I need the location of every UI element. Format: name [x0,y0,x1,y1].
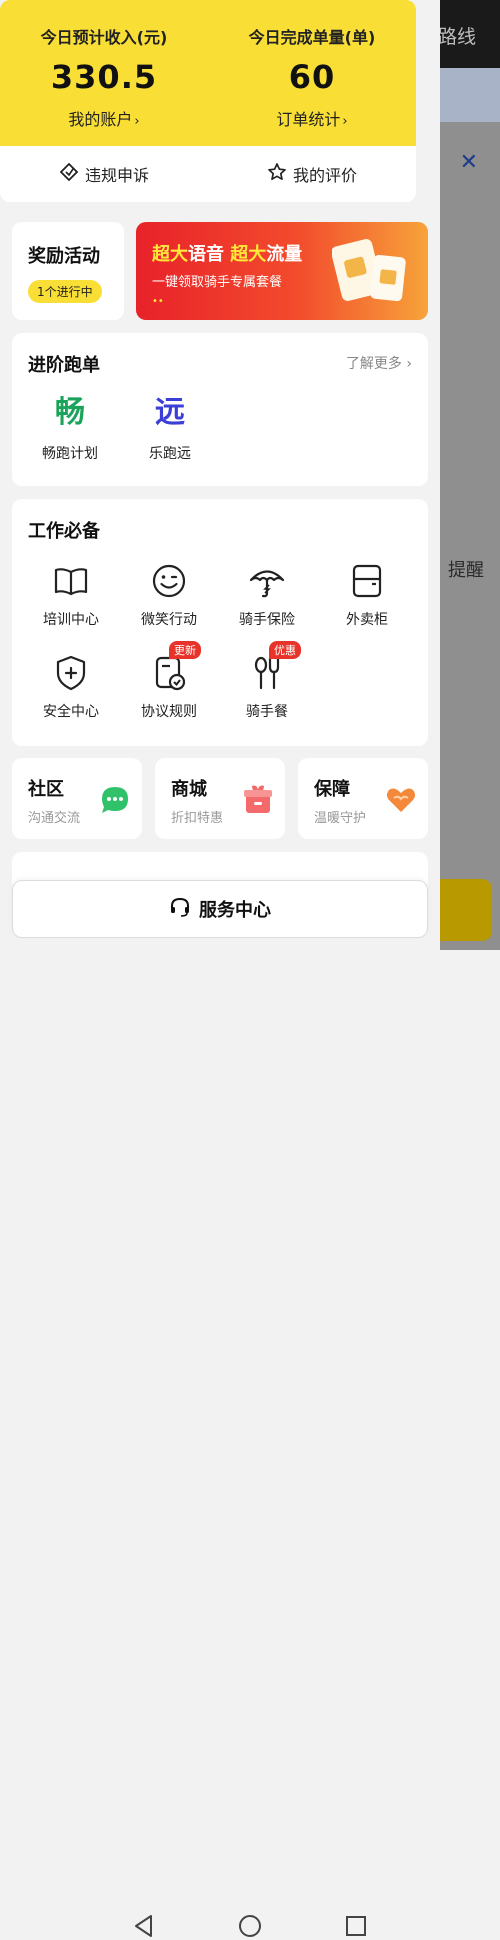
update-tag: 更新 [169,641,201,659]
safety-center-label: 安全中心 [43,704,99,720]
service-center-button[interactable]: 服务中心 [12,880,428,938]
smooth-run-plan-item[interactable]: 畅 畅跑计划 [30,391,110,463]
sim-card-icon [332,239,406,302]
order-statistics-link[interactable]: 订单统计 › [208,106,416,130]
training-center-label: 培训中心 [43,612,99,628]
advanced-running-title: 进阶跑单 [28,355,100,376]
smooth-run-label: 畅跑计划 [42,446,98,462]
promo-title-part-1: 语音 [188,244,231,265]
income-actions: 违规申诉 我的评价 [0,146,416,202]
community-subtitle: 沟通交流 [28,811,81,826]
agreement-rules-item[interactable]: 更新 协议规则 [120,641,218,721]
recent-square-icon[interactable] [342,1912,370,1940]
work-essentials-card: 工作必备 培训中心 微笑行动 骑手保险 外卖柜 安全中心 更新 协议规则 优惠 … [12,499,428,746]
document-check-icon: 更新 [149,641,201,693]
home-circle-icon[interactable] [236,1912,264,1940]
system-nav-bar [0,950,500,1937]
community-card[interactable]: 社区 沟通交流 [12,758,142,839]
headset-icon [169,896,191,923]
utensils-icon: 优惠 [247,641,301,693]
today-orders-stat: 今日完成单量(单) 60 订单统计 › [208,0,416,130]
discount-tag: 优惠 [269,641,301,659]
safety-center-item[interactable]: 安全中心 [22,653,120,721]
my-account-link[interactable]: 我的账户 › [0,106,208,130]
protection-title: 保障 [314,779,350,800]
agreement-rules-label: 协议规则 [141,704,197,720]
promo-banner[interactable]: 超大语音 超大流量 一键领取骑手专属套餐 •• [136,222,428,320]
training-center-item[interactable]: 培训中心 [22,561,120,629]
smile-action-item[interactable]: 微笑行动 [120,561,218,629]
promo-pager-dots: •• [152,296,164,307]
today-income-label: 今日预计收入(元) [40,28,168,47]
violation-appeal-button[interactable]: 违规申诉 [0,146,208,202]
background-topbar-text: 路线 [437,26,476,48]
today-income-stat: 今日预计收入(元) 330.5 我的账户 › [0,0,208,130]
shield-icon [51,653,91,693]
promo-title: 超大语音 超大流量 [152,240,302,266]
promo-title-highlight-2: 超大 [230,244,267,265]
mall-title: 商城 [171,779,207,800]
today-orders-label: 今日完成单量(单) [248,28,376,47]
gift-box-icon [244,785,272,813]
today-orders-value: 60 [288,58,336,96]
service-center-label: 服务中心 [199,900,271,921]
run-far-icon: 远 [155,395,185,430]
star-outline-icon [267,162,287,186]
learn-more-label: 了解更多 [345,356,402,372]
protection-subtitle: 温暖守护 [314,811,367,826]
run-far-label: 乐跑远 [149,446,191,462]
my-reviews-label: 我的评价 [292,166,357,185]
community-title: 社区 [28,779,64,800]
rider-meal-item[interactable]: 优惠 骑手餐 [218,641,316,721]
smile-action-label: 微笑行动 [141,612,197,628]
smooth-run-icon: 畅 [55,395,85,430]
heart-hands-icon [387,788,415,812]
work-essentials-title: 工作必备 [28,521,100,542]
promo-title-part-2: 流量 [266,244,303,265]
rider-insurance-item[interactable]: 骑手保险 [218,561,316,629]
promo-subtitle: 一键领取骑手专属套餐 [152,275,283,290]
food-locker-item[interactable]: 外卖柜 [318,561,416,629]
close-icon[interactable]: ✕ [460,150,478,175]
reward-activities-card[interactable]: 奖励活动 1个进行中 [12,222,124,320]
today-income-value: 330.5 [50,58,158,96]
back-triangle-icon[interactable] [130,1912,158,1940]
chevron-right-icon: › [134,114,140,129]
my-account-label: 我的账户 [68,110,133,129]
violation-appeal-label: 违规申诉 [84,166,149,185]
book-icon [51,561,91,601]
chevron-right-icon: › [406,356,412,372]
food-locker-label: 外卖柜 [346,612,388,628]
reward-title: 奖励活动 [28,246,100,267]
protection-card[interactable]: 保障 温暖守护 [298,758,428,839]
background-remind-text: 提醒 [448,560,484,581]
my-reviews-button[interactable]: 我的评价 [208,146,416,202]
advanced-running-card: 进阶跑单 了解更多 › 畅 畅跑计划 远 乐跑远 [12,333,428,486]
smile-icon [149,561,189,601]
side-drawer: 今日预计收入(元) 330.5 我的账户 › 今日完成单量(单) 60 订单统计 ›… [0,0,440,950]
rider-meal-label: 骑手餐 [246,704,288,720]
mall-subtitle: 折扣特惠 [171,811,224,826]
locker-icon [347,561,387,601]
chat-bubble-icon [102,787,128,813]
order-statistics-label: 订单统计 [276,110,341,129]
rider-insurance-label: 骑手保险 [239,612,295,628]
promo-title-highlight-1: 超大 [152,244,188,265]
income-card: 今日预计收入(元) 330.5 我的账户 › 今日完成单量(单) 60 订单统计 ›… [0,0,416,202]
chevron-right-icon: › [342,114,348,129]
learn-more-link[interactable]: 了解更多 › [346,353,412,373]
mall-card[interactable]: 商城 折扣特惠 [155,758,285,839]
happy-run-far-item[interactable]: 远 乐跑远 [130,391,210,463]
income-summary: 今日预计收入(元) 330.5 我的账户 › 今日完成单量(单) 60 订单统计 › [0,0,416,146]
appeal-diamond-icon [59,162,79,186]
reward-status-badge: 1个进行中 [28,280,102,303]
umbrella-icon [247,561,287,601]
